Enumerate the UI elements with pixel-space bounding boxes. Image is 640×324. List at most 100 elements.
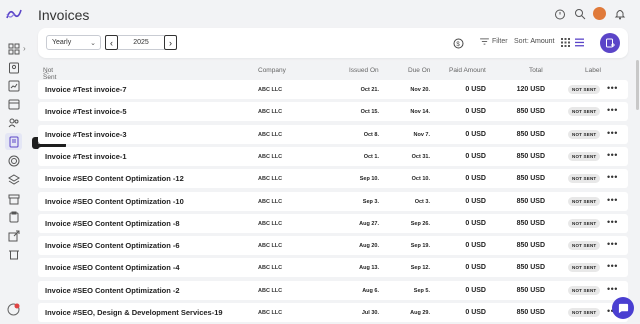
filter-button[interactable]: Filter <box>480 38 508 45</box>
invoice-issued-date: Aug 20. <box>359 243 379 250</box>
clipboard-icon[interactable] <box>7 210 20 223</box>
app-logo-icon[interactable] <box>5 6 23 22</box>
team-icon[interactable] <box>7 116 20 129</box>
invoice-due-date: Oct 3. <box>414 198 430 205</box>
table-row[interactable]: Invoice #SEO Content Optimization -2 ABC … <box>38 280 628 300</box>
header-company[interactable]: Company <box>258 67 286 74</box>
status-badge: NOT SENT <box>568 285 601 295</box>
layers-icon[interactable] <box>7 173 20 186</box>
invoice-name[interactable]: Invoice #SEO Content Optimization -12 <box>45 174 184 183</box>
more-options-icon[interactable]: ••• <box>607 217 618 227</box>
calendar-icon[interactable] <box>7 97 20 110</box>
header-label[interactable]: Label <box>585 67 601 74</box>
invoice-name[interactable]: Invoice #SEO Content Optimization -2 <box>45 286 180 295</box>
invoice-issued-date: Oct 8. <box>363 131 379 138</box>
invoice-name[interactable]: Invoice #Test invoice-5 <box>45 107 127 116</box>
header-due[interactable]: Due On <box>408 67 430 74</box>
invoice-company: ABC LLC <box>258 243 283 250</box>
search-icon[interactable] <box>573 7 586 20</box>
share-icon[interactable] <box>7 229 20 242</box>
chat-button[interactable] <box>612 297 634 319</box>
year-navigator: ‹ 2025 › <box>105 35 177 50</box>
invoice-paid-amount: 0 USD <box>465 219 486 227</box>
more-options-icon[interactable]: ••• <box>607 239 618 249</box>
dashboard-icon[interactable] <box>7 42 20 55</box>
invoice-due-date: Nov 14. <box>410 109 430 116</box>
more-options-icon[interactable]: ••• <box>607 195 618 205</box>
period-select[interactable]: Yearly ⌄ <box>46 35 101 50</box>
avatar[interactable] <box>593 7 606 20</box>
invoice-due-date: Oct 31. <box>411 153 430 160</box>
table-row[interactable]: Invoice #SEO Content Optimization -6 ABC … <box>38 236 628 256</box>
trash-icon[interactable] <box>7 247 20 260</box>
table-row[interactable]: Invoice #Test invoice-5 ABC LLC Oct 15. Nov… <box>38 102 628 122</box>
table-row[interactable]: Invoice #Test invoice-1 ABC LLC Oct 1. Oct … <box>38 146 628 166</box>
invoice-paid-amount: 0 USD <box>465 86 486 93</box>
header-total[interactable]: Total <box>529 67 543 74</box>
table-row[interactable]: Invoice #Test invoice-7 ABC LLC Oct 21. Nov… <box>38 80 628 99</box>
status-badge: NOT SENT <box>568 85 601 94</box>
table-row[interactable]: Invoice #SEO Content Optimization -12 ABC… <box>38 169 628 189</box>
status-badge: NOT SENT <box>568 218 601 228</box>
archive-icon[interactable] <box>7 192 20 205</box>
invoice-name[interactable]: Invoice #Test invoice-3 <box>45 130 127 139</box>
scrollbar[interactable] <box>636 60 639 110</box>
invoice-due-date: Sep 5. <box>413 287 430 294</box>
invoice-company: ABC LLC <box>258 87 283 93</box>
more-options-icon[interactable]: ••• <box>607 105 618 115</box>
more-options-icon[interactable]: ••• <box>607 261 618 271</box>
toolbar: Yearly ⌄ ‹ 2025 › $ Filter Sort: Amount <box>38 28 628 58</box>
table-row[interactable]: Invoice #Test invoice-3 ABC LLC Oct 8. Nov … <box>38 124 628 144</box>
next-year-button[interactable]: › <box>164 35 177 50</box>
more-options-icon[interactable]: ••• <box>607 150 618 160</box>
invoice-company: ABC LLC <box>258 310 283 316</box>
invoice-name[interactable]: Invoice #SEO Content Optimization -10 <box>45 197 184 206</box>
collapse-sidebar-icon[interactable]: › <box>23 44 26 53</box>
invoice-total: 850 USD <box>516 197 545 205</box>
invoice-name[interactable]: Invoice #SEO, Design & Development Servi… <box>45 308 223 317</box>
invoice-name[interactable]: Invoice #Test invoice-1 <box>45 152 127 161</box>
invoice-paid-amount: 0 USD <box>465 264 486 272</box>
timer-icon[interactable] <box>553 7 566 20</box>
new-invoice-button[interactable] <box>600 33 620 53</box>
invoice-name[interactable]: Invoice #SEO Content Optimization -8 <box>45 219 180 228</box>
invoice-company: ABC LLC <box>258 153 283 160</box>
bell-icon[interactable] <box>613 7 626 20</box>
table-row[interactable]: Invoice #SEO, Design & Development Servi… <box>38 303 628 322</box>
invoice-issued-date: Sep 3. <box>362 198 379 205</box>
table-row[interactable]: Invoice #SEO Content Optimization -8 ABC … <box>38 213 628 233</box>
invoices-icon[interactable] <box>5 133 22 150</box>
table-row[interactable]: Invoice #SEO Content Optimization -10 ABC… <box>38 191 628 211</box>
header-issued[interactable]: Issued On <box>349 67 379 74</box>
invoice-total: 850 USD <box>516 242 545 250</box>
invoice-paid-amount: 0 USD <box>465 175 486 183</box>
sort-control[interactable]: Sort: Amount <box>514 38 554 45</box>
target-icon[interactable] <box>7 154 20 167</box>
invoice-due-date: Sep 19. <box>410 243 430 250</box>
contacts-icon[interactable] <box>7 61 20 74</box>
more-options-icon[interactable]: ••• <box>607 172 618 182</box>
invoice-total: 850 USD <box>516 219 545 227</box>
chevron-down-icon: ⌄ <box>90 40 96 47</box>
invoice-name[interactable]: Invoice #SEO Content Optimization -6 <box>45 241 180 250</box>
more-options-icon[interactable]: ••• <box>607 128 618 138</box>
sidebar: › <box>0 0 28 324</box>
invoice-name[interactable]: Invoice #Test invoice-7 <box>45 85 127 94</box>
help-icon[interactable] <box>7 303 20 316</box>
table-row[interactable]: Invoice #SEO Content Optimization -4 ABC … <box>38 258 628 278</box>
more-options-icon[interactable]: ••• <box>607 284 618 294</box>
invoice-paid-amount: 0 USD <box>465 242 486 250</box>
currency-icon[interactable]: $ <box>453 38 464 49</box>
invoice-name[interactable]: Invoice #SEO Content Optimization -4 <box>45 263 180 272</box>
more-options-icon[interactable]: ••• <box>607 83 618 93</box>
header-paid[interactable]: Paid Amount <box>449 67 486 74</box>
grid-view-icon[interactable] <box>561 38 570 47</box>
reports-icon[interactable] <box>7 79 20 92</box>
year-value: 2025 <box>118 35 164 50</box>
invoice-company: ABC LLC <box>258 176 283 183</box>
invoice-issued-date: Oct 1. <box>363 153 379 160</box>
prev-year-button[interactable]: ‹ <box>105 35 118 50</box>
list-view-icon[interactable] <box>575 38 584 47</box>
invoice-issued-date: Oct 15. <box>360 109 379 116</box>
status-badge: NOT SENT <box>568 174 601 184</box>
